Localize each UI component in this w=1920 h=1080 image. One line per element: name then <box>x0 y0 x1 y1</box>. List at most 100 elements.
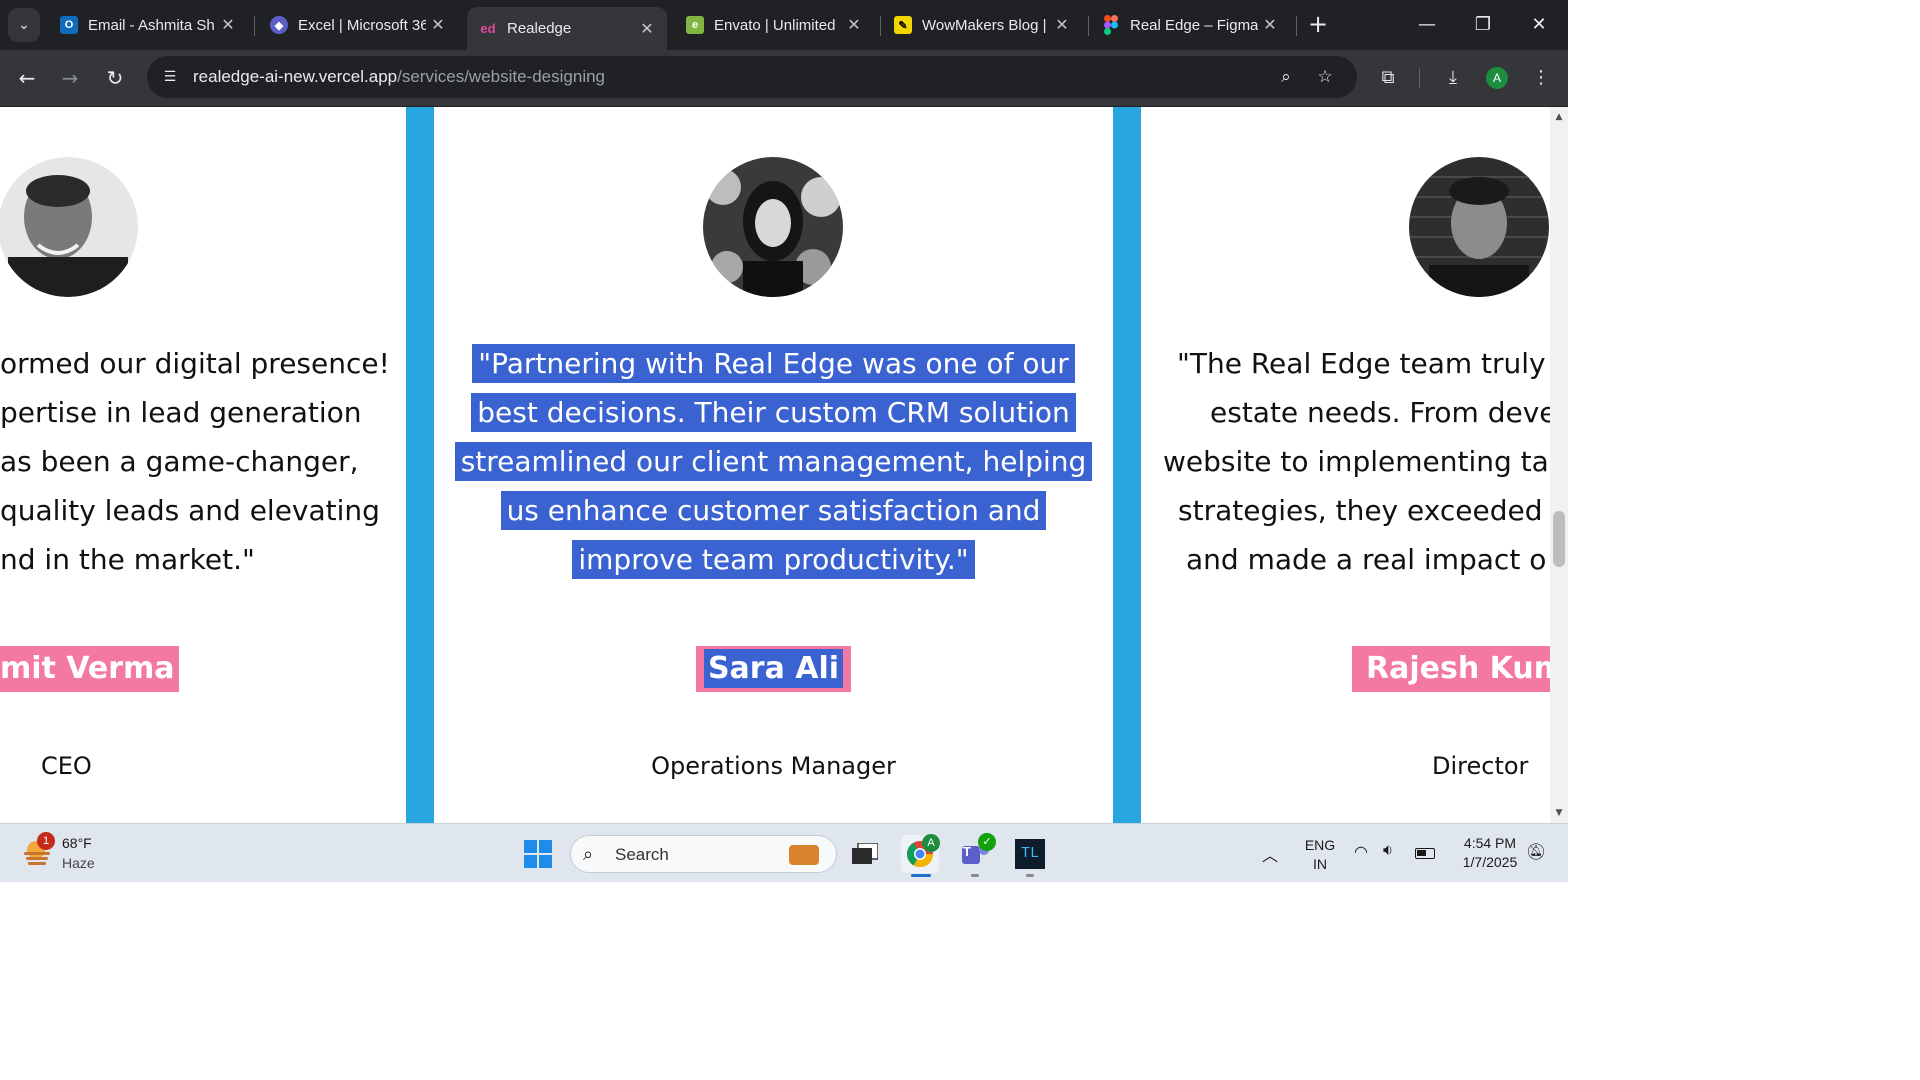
tab-separator <box>1088 16 1089 36</box>
running-app-indicator <box>1026 874 1034 877</box>
quote-line: as been a game-changer, <box>0 445 359 478</box>
checkmark-icon: ✓ <box>978 833 996 851</box>
address-bar[interactable]: ☰ realedge-ai-new.vercel.app/services/we… <box>147 56 1357 98</box>
tab-title: Realedge <box>507 20 572 37</box>
chrome-profile-badge: A <box>922 834 940 852</box>
testimonial-role: CEO <box>41 752 92 780</box>
testimonial-role: Director <box>1432 752 1529 780</box>
testimonial-name: Sara Ali <box>703 649 844 688</box>
tab-excel[interactable]: ◆ Excel | Microsoft 36 ✕ <box>258 7 458 43</box>
close-icon[interactable]: ✕ <box>216 15 240 35</box>
tab-title: Envato | Unlimited <box>714 16 836 34</box>
tab-envato[interactable]: e Envato | Unlimited ✕ <box>674 7 874 43</box>
windows-logo-tile <box>524 855 537 868</box>
weather-temperature[interactable]: 68°F <box>62 835 92 851</box>
tab-email[interactable]: O Email - Ashmita Sh ✕ <box>48 7 248 43</box>
puzzle-icon: ⧉ <box>1381 67 1395 88</box>
search-icon: ⌕ <box>583 844 594 865</box>
tab-separator <box>254 16 255 36</box>
profile-avatar[interactable]: A <box>1486 67 1508 89</box>
minimize-button[interactable]: — <box>1404 8 1450 42</box>
testimonials-section: ormed our digital presence! pertise in l… <box>0 107 1550 823</box>
testimonial-role: Operations Manager <box>651 752 896 780</box>
realedge-icon: ed <box>480 21 496 36</box>
close-icon[interactable]: ✕ <box>635 19 659 39</box>
volume-icon[interactable]: 🔉︎ <box>1383 842 1393 860</box>
tab-realedge[interactable]: ed Realedge ✕ <box>467 7 667 50</box>
notification-bell-icon[interactable]: 🔕︎ <box>1526 842 1546 862</box>
plus-icon: + <box>1307 10 1329 38</box>
windows-logo-tile <box>539 840 552 853</box>
weather-badge: 1 <box>37 832 55 850</box>
tab-separator <box>880 16 881 36</box>
reload-button[interactable]: ↻ <box>99 62 131 94</box>
forward-button[interactable]: → <box>54 62 86 94</box>
testimonial-card: "Partnering with Real Edge was one of ou… <box>434 107 1113 823</box>
language-bottom[interactable]: IN <box>1300 856 1340 872</box>
close-icon: ✕ <box>1531 14 1547 35</box>
tab-figma[interactable]: Real Edge – Figma ✕ <box>1090 7 1290 43</box>
taskbar-search[interactable]: ⌕ Search <box>570 835 837 873</box>
quote-line: "The Real Edge team truly u <box>1177 347 1550 380</box>
url-path: /services/website-designing <box>397 67 606 86</box>
tab-title: Excel | Microsoft 36 <box>298 16 426 34</box>
restore-button[interactable]: ❐ <box>1460 8 1506 42</box>
close-icon[interactable]: ✕ <box>1258 15 1282 35</box>
briefcase-icon <box>789 845 819 865</box>
chevron-up-icon[interactable]: ︿ <box>1262 842 1278 866</box>
tab-separator <box>1296 16 1297 36</box>
bookmark-star-icon[interactable]: ☆ <box>1313 65 1337 89</box>
testimonial-name: Rajesh Kum <box>1352 646 1550 692</box>
close-icon[interactable]: ✕ <box>426 15 450 35</box>
downloads-button[interactable]: ⤓ <box>1437 62 1469 94</box>
quote-line: and made a real impact o <box>1186 543 1547 576</box>
testimonial-name-badge: Sara Ali <box>696 646 851 692</box>
quote-line: improve team productivity." <box>572 540 975 579</box>
tab-title: WowMakers Blog | <box>922 16 1047 34</box>
scrollbar-thumb[interactable] <box>1553 511 1565 567</box>
testimonial-quote: "The Real Edge team truly u estate needs… <box>1163 339 1550 584</box>
avatar <box>1409 157 1549 297</box>
quote-line: us enhance customer satisfaction and <box>500 491 1047 530</box>
battery-icon[interactable] <box>1415 848 1435 859</box>
windows-logo-tile <box>539 855 552 868</box>
extensions-button[interactable]: ⧉ <box>1372 62 1404 94</box>
screen: ⌄ O Email - Ashmita Sh ✕ ◆ Excel | Micro… <box>0 0 1568 882</box>
terminal-icon: TL <box>1015 839 1045 869</box>
quote-line: best decisions. Their custom CRM solutio… <box>471 393 1076 432</box>
menu-button[interactable]: ⋮ <box>1525 62 1557 94</box>
figma-icon <box>1102 15 1120 35</box>
weather-description[interactable]: Haze <box>62 855 95 871</box>
envato-icon: e <box>686 16 704 34</box>
close-window-button[interactable]: ✕ <box>1516 8 1562 42</box>
quote-line: "Partnering with Real Edge was one of ou… <box>472 344 1075 383</box>
close-icon[interactable]: ✕ <box>842 15 866 35</box>
clock-time[interactable]: 4:54 PM <box>1452 835 1528 851</box>
zoom-icon[interactable]: ⌕ <box>1274 65 1298 89</box>
scroll-down-icon[interactable]: ▼ <box>1550 805 1568 821</box>
back-button[interactable]: ← <box>11 62 43 94</box>
taskbar-app-file-explorer[interactable] <box>846 835 884 873</box>
download-icon: ⤓ <box>1449 67 1457 88</box>
page-scrollbar[interactable]: ▲ ▼ <box>1550 107 1568 823</box>
avatar <box>0 157 138 297</box>
tab-search-button[interactable]: ⌄ <box>8 8 40 42</box>
url-host: realedge-ai-new.vercel.app <box>193 67 398 86</box>
start-button[interactable] <box>524 840 552 868</box>
url-text[interactable]: realedge-ai-new.vercel.app/services/webs… <box>193 67 605 87</box>
new-tab-button[interactable]: + <box>1304 10 1332 38</box>
close-icon[interactable]: ✕ <box>1050 15 1074 35</box>
scroll-up-icon[interactable]: ▲ <box>1550 109 1568 125</box>
quote-line: streamlined our client management, helpi… <box>454 442 1093 481</box>
clock-date[interactable]: 1/7/2025 <box>1452 854 1528 870</box>
taskbar-app-terminal[interactable]: TL <box>1011 835 1049 873</box>
toolbar-divider <box>1419 68 1420 88</box>
site-info-icon[interactable]: ☰ <box>159 66 181 88</box>
quote-line: website to implementing ta <box>1163 445 1549 478</box>
tab-wowmakers[interactable]: ✎ WowMakers Blog | ✕ <box>882 7 1082 43</box>
tab-title: Real Edge – Figma <box>1130 16 1258 34</box>
wifi-icon[interactable]: ◠ <box>1354 842 1368 862</box>
search-label: Search <box>615 845 669 864</box>
language-top[interactable]: ENG <box>1300 837 1340 853</box>
arrow-right-icon: → <box>61 66 79 90</box>
